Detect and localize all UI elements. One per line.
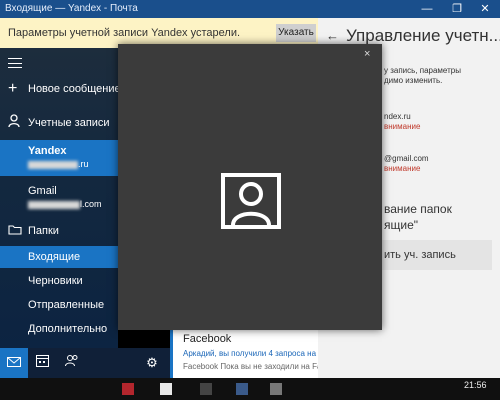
add-account-label: ить уч. запись — [384, 249, 456, 261]
app-icon[interactable] — [270, 383, 282, 395]
message-list-item[interactable]: Facebook Аркадий, вы получили 4 запроса … — [170, 330, 319, 378]
folder-label: Отправленные — [28, 299, 105, 311]
accounts-header-label: Учетные записи — [28, 117, 110, 129]
account1-warning: внимание — [384, 122, 421, 131]
maximize-button[interactable]: ❐ — [442, 2, 472, 16]
new-message-button[interactable]: + Новое сообщение — [0, 78, 121, 100]
people-icon[interactable] — [62, 354, 82, 372]
new-message-label: Новое сообщение — [28, 83, 121, 95]
mail-icon[interactable] — [0, 348, 28, 378]
folder-more[interactable]: Дополнительно — [0, 318, 118, 340]
folder-sent[interactable]: Отправленные — [0, 294, 118, 316]
account2-warning: внимание — [384, 164, 421, 173]
link-folders-line1[interactable]: вание папок — [384, 202, 452, 216]
plus-icon: + — [8, 80, 18, 97]
app-switcher-bar: ⚙ — [0, 348, 170, 378]
panel-desc-line1: у запись, параметры — [384, 66, 461, 75]
app-icon[interactable] — [200, 383, 212, 395]
message-subject: Аркадий, вы получили 4 запроса на — [183, 349, 317, 358]
close-window-button[interactable]: ✕ — [470, 2, 500, 16]
hamburger-menu-icon[interactable] — [8, 58, 22, 68]
folder-label: Входящие — [28, 251, 81, 263]
person-icon — [220, 172, 282, 235]
account-item-gmail[interactable]: Gmail l.com — [0, 180, 118, 216]
minimize-button[interactable]: — — [412, 2, 442, 16]
app-icon[interactable] — [236, 383, 248, 395]
notice-message: Параметры учетной записи Yandex устарели… — [8, 27, 241, 39]
account2-email[interactable]: @gmail.com — [384, 154, 429, 163]
folders-header[interactable]: Папки — [0, 220, 118, 242]
link-folders-line2[interactable]: ящие" — [384, 218, 418, 232]
person-icon — [8, 114, 20, 131]
folders-header-label: Папки — [28, 225, 59, 237]
panel-desc-line2: димо изменить. — [384, 76, 443, 85]
account-name: Gmail — [28, 185, 57, 197]
app-icon[interactable] — [122, 383, 134, 395]
specify-button[interactable]: Указать — [276, 24, 316, 42]
panel-title: Управление учетн... — [346, 26, 500, 45]
add-account-button[interactable]: ить уч. запись — [374, 240, 492, 270]
folder-icon — [8, 223, 22, 238]
app-icon[interactable] — [160, 383, 172, 395]
calendar-icon[interactable] — [32, 354, 52, 372]
sidebar: + Новое сообщение Учетные записи Yandex … — [0, 48, 121, 378]
account-name: Yandex — [28, 145, 67, 157]
message-sender: Facebook — [183, 333, 232, 345]
window-title-bar: Входящие — Yandex - Почта — ❐ ✕ — [0, 0, 500, 18]
folder-inbox[interactable]: Входящие — [0, 246, 118, 268]
account-email: .ru — [28, 159, 89, 169]
taskbar: 21:56 — [0, 378, 500, 400]
window-title: Входящие — Yandex - Почта — [5, 3, 138, 14]
close-icon[interactable]: × — [364, 48, 370, 60]
back-arrow-icon[interactable]: ← — [326, 28, 339, 43]
account1-email[interactable]: ndex.ru — [384, 112, 411, 121]
folder-label: Дополнительно — [28, 323, 108, 335]
taskbar-clock: 21:56 — [464, 380, 487, 390]
message-preview: Facebook Пока вы не заходили на Fa — [183, 362, 319, 371]
account-item-yandex[interactable]: Yandex .ru — [0, 140, 118, 176]
folder-label: Черновики — [28, 275, 83, 287]
accounts-header[interactable]: Учетные записи — [0, 112, 118, 134]
folder-drafts[interactable]: Черновики — [0, 270, 118, 292]
settings-gear-icon[interactable]: ⚙ — [142, 354, 162, 372]
account-email: l.com — [28, 199, 102, 209]
account-dialog: × — [118, 44, 382, 330]
